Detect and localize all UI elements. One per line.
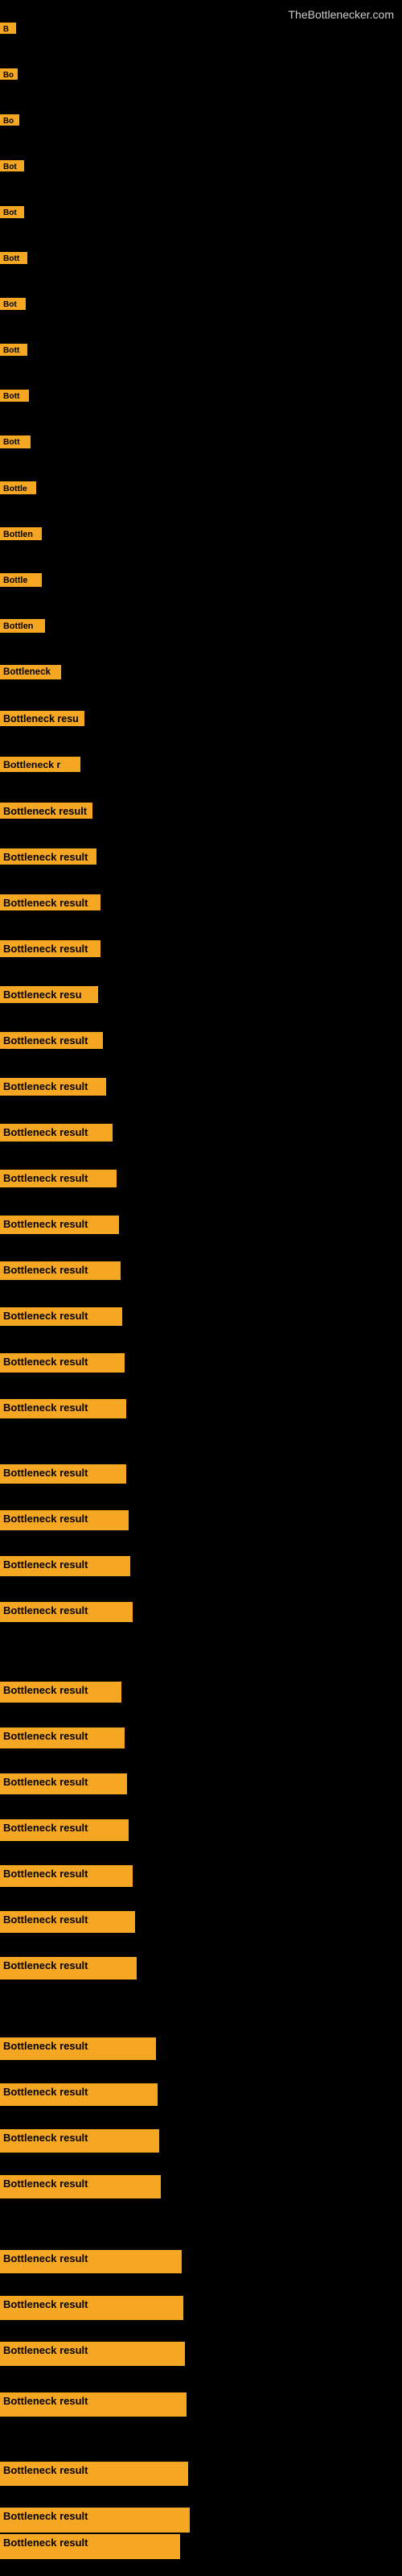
- bottleneck-result-item: Bot: [0, 206, 24, 218]
- bottleneck-result-item: Bottleneck result: [0, 1911, 135, 1933]
- bottleneck-result-item: Bottleneck result: [0, 2462, 188, 2486]
- site-title: TheBottlenecker.com: [288, 2, 394, 24]
- bottleneck-result-item: Bottleneck result: [0, 2037, 156, 2060]
- bottleneck-result-item: Bottleneck result: [0, 803, 92, 819]
- bottleneck-result-item: Bottleneck r: [0, 757, 80, 772]
- bottleneck-result-item: Bottleneck result: [0, 1399, 126, 1418]
- bottleneck-result-item: Bottleneck result: [0, 1170, 117, 1187]
- bottleneck-result-item: Bottleneck result: [0, 1261, 121, 1280]
- bottleneck-result-item: Bottleneck result: [0, 2508, 190, 2533]
- bottleneck-result-item: Bottle: [0, 481, 36, 494]
- bottleneck-result-item: Bo: [0, 114, 19, 126]
- bottleneck-result-item: Bottleneck result: [0, 1216, 119, 1234]
- bottleneck-result-item: Bottleneck result: [0, 2342, 185, 2366]
- bottleneck-result-item: Bottleneck result: [0, 1353, 125, 1373]
- bottleneck-result-item: Bottleneck result: [0, 1078, 106, 1096]
- bottleneck-result-item: Bott: [0, 252, 27, 264]
- bottleneck-result-item: Bottleneck result: [0, 1773, 127, 1794]
- bottleneck-result-item: Bottleneck result: [0, 1865, 133, 1887]
- bottleneck-result-item: Bottleneck result: [0, 940, 100, 957]
- bottleneck-result-item: Bottleneck result: [0, 1124, 113, 1141]
- bottleneck-result-item: Bottleneck resu: [0, 986, 98, 1003]
- bottleneck-result-item: Bottleneck result: [0, 894, 100, 910]
- bottleneck-result-item: Bottleneck result: [0, 1032, 103, 1049]
- bottleneck-result-item: B: [0, 23, 16, 34]
- bottleneck-result-item: Bottleneck resu: [0, 711, 84, 726]
- bottleneck-result-item: Bottleneck result: [0, 848, 96, 865]
- bottleneck-result-item: Bottleneck result: [0, 2296, 183, 2320]
- bottleneck-result-item: Bottleneck result: [0, 2534, 180, 2559]
- bottleneck-result-item: Bottleneck result: [0, 1728, 125, 1748]
- bottleneck-result-item: Bottleneck result: [0, 2392, 187, 2417]
- bottleneck-result-item: Bott: [0, 436, 31, 448]
- bottleneck-result-item: Bot: [0, 160, 24, 171]
- bottleneck-result-item: Bottleneck result: [0, 2250, 182, 2273]
- bottleneck-result-item: Bottle: [0, 573, 42, 587]
- bottleneck-result-item: Bottleneck result: [0, 1464, 126, 1484]
- bottleneck-result-item: Bottleneck result: [0, 1602, 133, 1622]
- bottleneck-result-item: Bottleneck result: [0, 2129, 159, 2153]
- bottleneck-result-item: Bott: [0, 390, 29, 402]
- bottleneck-result-item: Bottleneck result: [0, 1510, 129, 1530]
- bottleneck-result-item: Bott: [0, 344, 27, 356]
- bottleneck-result-item: Bottleneck result: [0, 1307, 122, 1326]
- bottleneck-result-item: Bottlen: [0, 527, 42, 540]
- bottleneck-result-item: Bottleneck result: [0, 2175, 161, 2198]
- bottleneck-result-item: Bottleneck result: [0, 2083, 158, 2106]
- bottleneck-result-item: Bo: [0, 68, 18, 80]
- bottleneck-result-item: Bottleneck result: [0, 1556, 130, 1576]
- bottleneck-result-item: Bottleneck result: [0, 1957, 137, 1979]
- bottleneck-result-item: Bot: [0, 298, 26, 310]
- bottleneck-result-item: Bottleneck result: [0, 1819, 129, 1841]
- bottleneck-result-item: Bottleneck: [0, 665, 61, 679]
- bottleneck-result-item: Bottleneck result: [0, 1682, 121, 1703]
- bottleneck-result-item: Bottlen: [0, 619, 45, 633]
